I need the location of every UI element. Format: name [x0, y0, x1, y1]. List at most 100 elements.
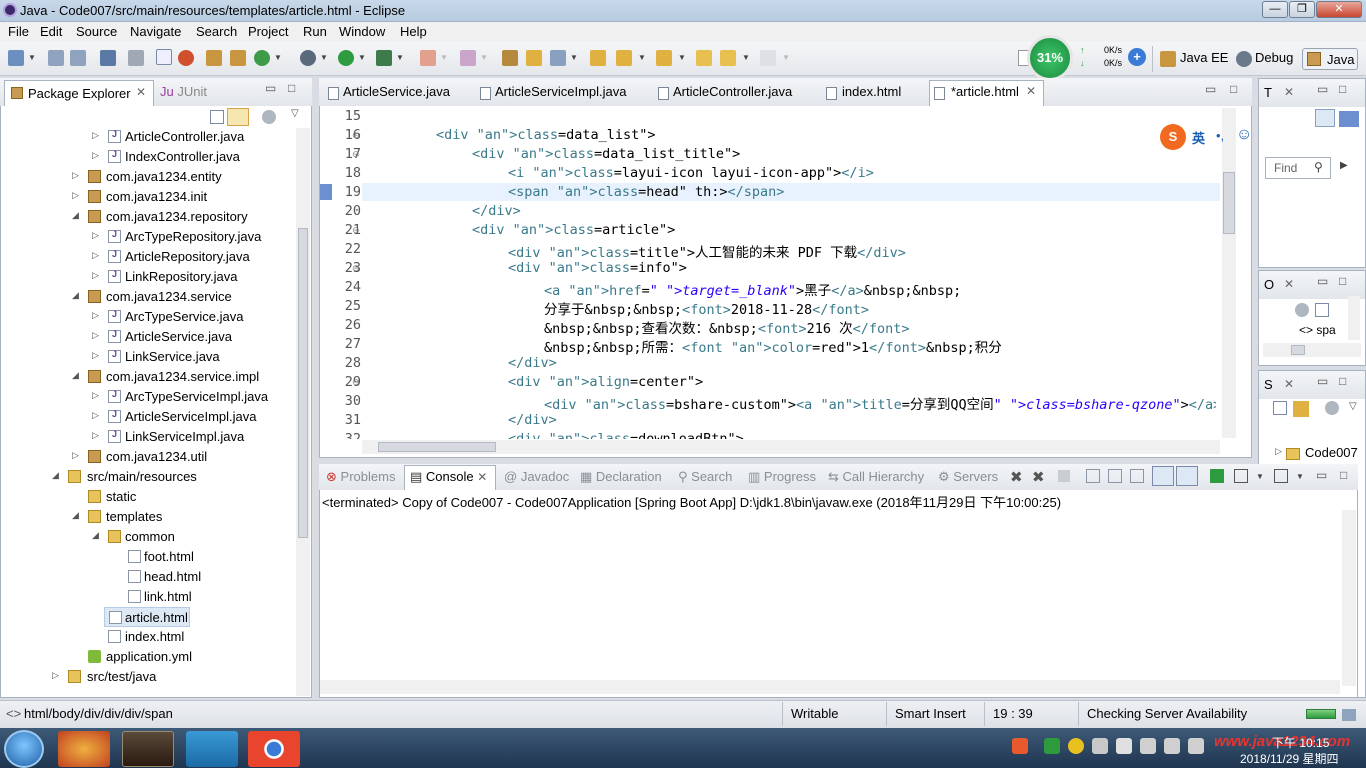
save-icon[interactable]: [48, 50, 64, 66]
next-annotation-icon[interactable]: [616, 50, 632, 66]
new-package-icon[interactable]: [230, 50, 246, 66]
tray-date[interactable]: 2018/11/29 星期四: [1240, 750, 1339, 767]
code-line[interactable]: <i "an">class=layui-icon layui-icon-app"…: [508, 165, 874, 181]
focus-task-icon[interactable]: [262, 110, 276, 124]
tray-plus-icon[interactable]: [1068, 738, 1084, 754]
view-menu-icon[interactable]: ▽: [291, 108, 299, 119]
menu-search[interactable]: Search: [196, 24, 237, 39]
new-class-icon[interactable]: [254, 50, 270, 66]
remove-launch-icon[interactable]: ✖: [1010, 468, 1023, 486]
scroll-lock-icon[interactable]: [1108, 469, 1122, 483]
view-maximize-icon[interactable]: □: [1339, 374, 1346, 388]
new-icon[interactable]: [8, 50, 24, 66]
minimize-view-icon[interactable]: ▭: [265, 81, 276, 95]
net-plus-icon[interactable]: +: [1128, 48, 1146, 66]
skip-breakpoints-icon[interactable]: [128, 50, 144, 66]
console-minimize-icon[interactable]: ▭: [1316, 468, 1327, 482]
fold-icon[interactable]: ⊖: [352, 225, 360, 236]
back-dropdown-icon[interactable]: ▼: [742, 53, 750, 62]
editor-vscrollbar[interactable]: [1222, 108, 1236, 438]
console-hscrollbar[interactable]: [320, 680, 1340, 694]
maximize-button[interactable]: ❐: [1289, 1, 1315, 18]
console-vscrollbar[interactable]: [1342, 510, 1356, 686]
menu-project[interactable]: Project: [248, 24, 288, 39]
open-task-icon[interactable]: [590, 50, 606, 66]
code-line[interactable]: </div>: [508, 355, 557, 371]
minimize-button[interactable]: —: [1262, 1, 1288, 18]
fold-icon[interactable]: ⊖: [352, 149, 360, 160]
taskbar-eclipse-icon[interactable]: [122, 731, 174, 767]
tab-close-icon[interactable]: ✕: [136, 85, 146, 99]
code-line[interactable]: <div "an">class=article">: [472, 222, 675, 238]
run-dropdown-icon[interactable]: ▼: [358, 53, 366, 62]
external-tools-dropdown-icon[interactable]: ▼: [396, 53, 404, 62]
editor-minimize-icon[interactable]: ▭: [1205, 82, 1216, 96]
code-line[interactable]: <div "an">align=center">: [508, 374, 703, 390]
search-tool-icon[interactable]: [550, 50, 566, 66]
debug-icon[interactable]: [300, 50, 316, 66]
expand-arrow-icon[interactable]: ▷: [1275, 446, 1282, 457]
ime-lang[interactable]: 英: [1192, 128, 1205, 147]
outline-hscrollbar[interactable]: [1263, 343, 1361, 357]
menu-navigate[interactable]: Navigate: [130, 24, 181, 39]
terminate-icon[interactable]: [1058, 470, 1070, 482]
tray-volume-icon[interactable]: [1164, 738, 1180, 754]
ime-emoji-icon[interactable]: ☺: [1236, 126, 1252, 144]
editor-hscrollbar[interactable]: [362, 440, 1220, 454]
menu-help[interactable]: Help: [400, 24, 427, 39]
code-line[interactable]: <div "an">class=bshare-custom"><a "an">t…: [544, 393, 1216, 413]
code-line[interactable]: </div>: [508, 412, 557, 428]
menu-file[interactable]: File: [8, 24, 29, 39]
menu-source[interactable]: Source: [76, 24, 117, 39]
start-button[interactable]: [4, 730, 44, 768]
close-button[interactable]: ✕: [1316, 1, 1362, 18]
tab-problems[interactable]: ⊗ Problems: [326, 469, 395, 485]
tree-scroll-thumb[interactable]: [298, 228, 308, 538]
code-line[interactable]: &nbsp;&nbsp;所需：<font "an">color=red">1</…: [544, 336, 1002, 356]
fold-icon[interactable]: ⊖: [352, 377, 360, 388]
tab-close-icon[interactable]: ✕: [1284, 377, 1294, 391]
view-maximize-icon[interactable]: □: [1339, 274, 1346, 288]
prev-annotation-dropdown-icon[interactable]: ▼: [678, 53, 686, 62]
tree-scrollbar[interactable]: [296, 128, 310, 696]
open-type-icon[interactable]: [502, 50, 518, 66]
perspective-javaee[interactable]: Java EE: [1180, 50, 1228, 65]
fold-icon[interactable]: ⊖: [352, 263, 360, 274]
print-icon[interactable]: [100, 50, 116, 66]
tab-servers[interactable]: ⚙ Servers: [938, 469, 998, 485]
view-maximize-icon[interactable]: □: [1339, 82, 1346, 96]
outline-item[interactable]: <> spa: [1299, 323, 1336, 337]
tab-console[interactable]: ▤ Console ✕: [410, 469, 487, 485]
taskbar-word-icon[interactable]: [186, 731, 238, 767]
code-line[interactable]: </div>: [472, 203, 521, 219]
fold-icon[interactable]: ⊖: [352, 130, 360, 141]
focus-icon[interactable]: [1325, 401, 1339, 415]
clear-console-icon[interactable]: [1086, 469, 1100, 483]
forward-dropdown-icon[interactable]: ▼: [782, 53, 790, 62]
view-minimize-icon[interactable]: ▭: [1317, 82, 1328, 96]
progress-view-icon[interactable]: [1342, 709, 1356, 721]
tab-s[interactable]: S: [1264, 377, 1273, 392]
coverage-dropdown-icon[interactable]: ▼: [480, 53, 488, 62]
outline-vscrollbar[interactable]: [1348, 296, 1360, 340]
tab-call-hierarchy[interactable]: ⇆ Call Hierarchy: [828, 469, 924, 485]
search-tool-dropdown-icon[interactable]: ▼: [570, 53, 578, 62]
task-list-icon[interactable]: [1339, 111, 1359, 127]
tray-keyboard-icon[interactable]: [1188, 738, 1204, 754]
open-console-dropdown-icon[interactable]: ▼: [1296, 472, 1304, 481]
prev-annotation-icon[interactable]: [656, 50, 672, 66]
coverage-icon[interactable]: [460, 50, 476, 66]
progress-bar[interactable]: [1306, 709, 1336, 719]
display-console-dropdown-icon[interactable]: ▼: [1256, 472, 1264, 481]
breadcrumb-path[interactable]: html/body/div/div/div/span: [24, 706, 173, 721]
display-console-icon[interactable]: [1234, 469, 1248, 483]
code-line[interactable]: <div "an">class=data_list_title">: [472, 146, 740, 162]
tab-package-explorer[interactable]: Package Explorer ✕: [4, 80, 154, 106]
stop-icon[interactable]: [420, 50, 436, 66]
new-server-icon[interactable]: [206, 50, 222, 66]
tab-declaration[interactable]: ▦ Declaration: [580, 469, 662, 485]
chevron-right-icon[interactable]: ▶: [1340, 160, 1348, 171]
menu-edit[interactable]: Edit: [40, 24, 62, 39]
view-minimize-icon[interactable]: ▭: [1317, 374, 1328, 388]
outline-focus-icon[interactable]: [1295, 303, 1309, 317]
